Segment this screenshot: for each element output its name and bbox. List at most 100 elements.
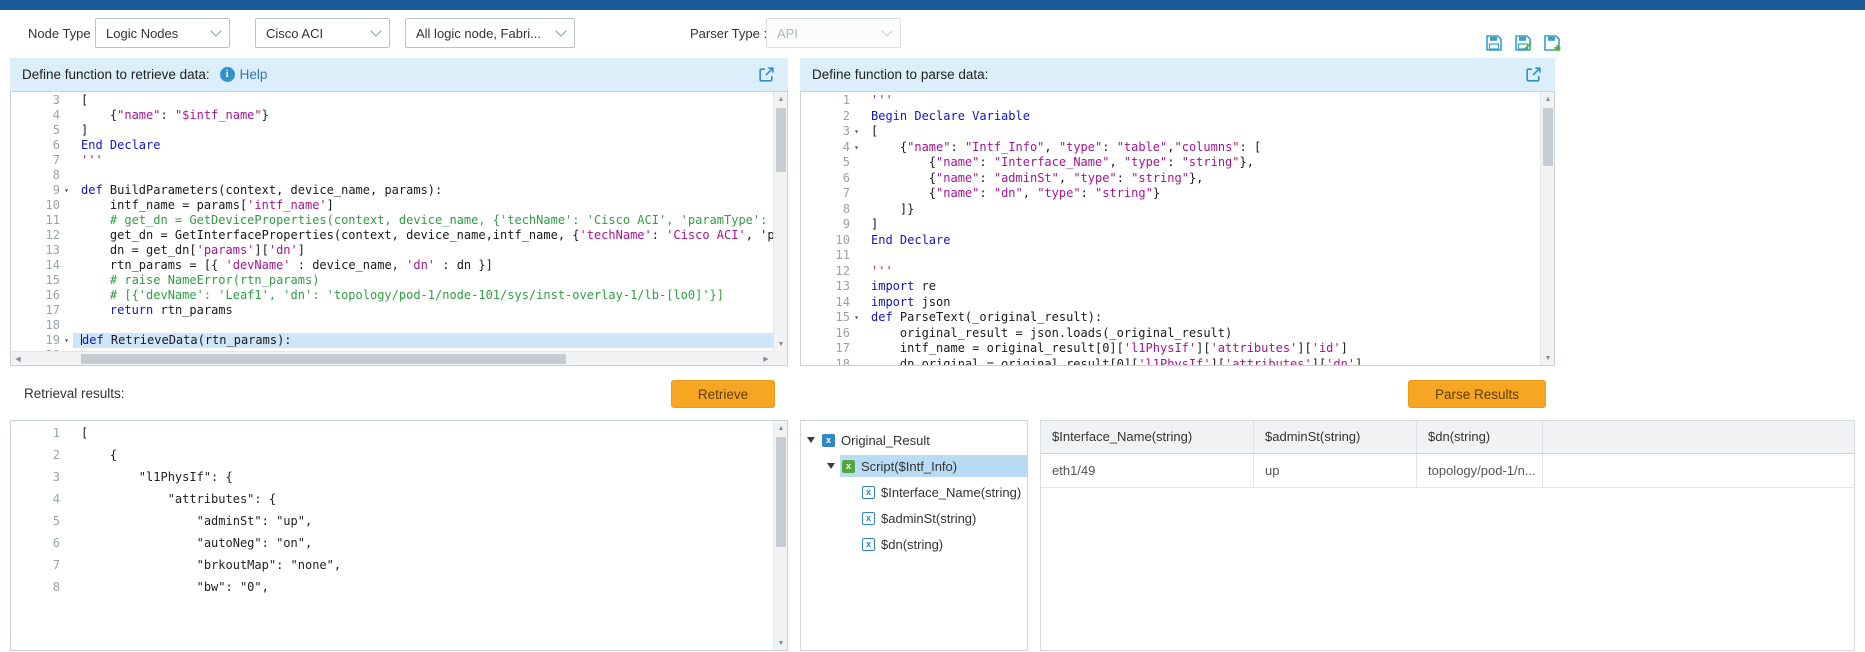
tree-item-original-result[interactable]: xOriginal_Result bbox=[801, 427, 1027, 453]
code-line[interactable]: 6 "autoNeg": "on", bbox=[11, 532, 773, 554]
table-cell[interactable]: eth1/49 bbox=[1041, 454, 1254, 487]
code-line[interactable]: 4 {"name": "$intf_name"} bbox=[11, 108, 773, 123]
retrieve-code-editor[interactable]: 3[4 {"name": "$intf_name"}5]6End Declare… bbox=[10, 91, 788, 366]
code-line[interactable]: 10End Declare bbox=[801, 233, 1540, 249]
code-line[interactable]: 11 bbox=[801, 248, 1540, 264]
code-line[interactable]: 13import re bbox=[801, 279, 1540, 295]
retrieval-output-viewer[interactable]: 1[2 {3 "l1PhysIf": {4 "attributes": {5 "… bbox=[10, 420, 788, 651]
code-line[interactable]: 10 intf_name = params['intf_name'] bbox=[11, 198, 773, 213]
table-cell[interactable]: topology/pod-1/n... bbox=[1417, 454, 1543, 487]
result-tree[interactable]: xOriginal_Result xScript($Intf_Info) x$Int… bbox=[800, 420, 1028, 651]
code-line[interactable]: 4▾ {"name": "Intf_Info", "type": "table"… bbox=[801, 140, 1540, 156]
tree-item-script-intf-info[interactable]: xScript($Intf_Info) bbox=[801, 453, 1027, 479]
tree-expand-arrow-icon[interactable] bbox=[827, 463, 835, 469]
scroll-up-button[interactable]: ▲ bbox=[774, 421, 788, 435]
code-line[interactable]: 7 {"name": "dn", "type": "string"} bbox=[801, 186, 1540, 202]
code-line[interactable]: 15 # raise NameError(rtn_params) bbox=[11, 273, 773, 288]
parse-code-editor[interactable]: 1'''2Begin Declare Variable3▾[4▾ {"name"… bbox=[800, 91, 1555, 366]
fold-marker-icon[interactable]: ▾ bbox=[850, 124, 863, 140]
expand-editor-icon[interactable] bbox=[757, 65, 776, 84]
code-line[interactable]: 3▾[ bbox=[801, 124, 1540, 140]
tree-item-body[interactable]: x$dn(string) bbox=[860, 533, 1027, 555]
code-line[interactable]: 1''' bbox=[801, 93, 1540, 109]
vertical-scrollbar[interactable]: ▲ ▼ bbox=[773, 92, 787, 351]
expand-editor-icon[interactable] bbox=[1524, 65, 1543, 84]
tree-item-body[interactable]: x$Interface_Name(string) bbox=[860, 481, 1027, 503]
code-line[interactable]: 12''' bbox=[801, 264, 1540, 280]
code-text: intf_name = original_result[0]['l1PhysIf… bbox=[863, 341, 1540, 357]
code-line[interactable]: 9▾def BuildParameters(context, device_na… bbox=[11, 183, 773, 198]
scroll-right-button[interactable]: ▶ bbox=[759, 352, 773, 366]
fold-marker-icon[interactable]: ▾ bbox=[60, 183, 73, 198]
parser-type-dropdown[interactable]: API bbox=[766, 18, 901, 48]
fold-marker-icon[interactable]: ▾ bbox=[850, 310, 863, 326]
code-line[interactable]: 17 return rtn_params bbox=[11, 303, 773, 318]
code-line[interactable]: 16 # [{'devName': 'Leaf1', 'dn': 'topolo… bbox=[11, 288, 773, 303]
tree-item-body[interactable]: xScript($Intf_Info) bbox=[840, 455, 1027, 477]
code-line[interactable]: 5 "adminSt": "up", bbox=[11, 510, 773, 532]
code-line[interactable]: 8 bbox=[11, 168, 773, 183]
code-line[interactable]: 18 dn_original = original_result[0]['l1P… bbox=[801, 357, 1540, 366]
code-line[interactable]: 3[ bbox=[11, 93, 773, 108]
code-line[interactable]: 7 "brkoutMap": "none", bbox=[11, 554, 773, 576]
tree-item-interface-name-string[interactable]: x$Interface_Name(string) bbox=[801, 479, 1027, 505]
scroll-up-button[interactable]: ▲ bbox=[774, 92, 788, 106]
table-cell[interactable]: up bbox=[1254, 454, 1417, 487]
vertical-scrollbar[interactable]: ▲ ▼ bbox=[773, 421, 787, 650]
scrollbar-thumb[interactable] bbox=[1543, 108, 1553, 166]
code-line[interactable]: 6End Declare bbox=[11, 138, 773, 153]
code-line[interactable]: 5 {"name": "Interface_Name", "type": "st… bbox=[801, 155, 1540, 171]
node-type-dropdown[interactable]: Logic Nodes bbox=[95, 18, 230, 48]
code-line[interactable]: 14 rtn_params = [{ 'devName' : device_na… bbox=[11, 258, 773, 273]
code-line[interactable]: 6 {"name": "adminSt", "type": "string"}, bbox=[801, 171, 1540, 187]
code-line[interactable]: 2Begin Declare Variable bbox=[801, 109, 1540, 125]
code-line[interactable]: 4 "attributes": { bbox=[11, 488, 773, 510]
scroll-down-button[interactable]: ▼ bbox=[774, 636, 788, 650]
code-line[interactable]: 11 # get_dn = GetDeviceProperties(contex… bbox=[11, 213, 773, 228]
code-line[interactable]: 3 "l1PhysIf": { bbox=[11, 466, 773, 488]
scroll-left-button[interactable]: ◀ bbox=[11, 352, 25, 366]
scroll-down-button[interactable]: ▼ bbox=[1541, 351, 1555, 365]
table-row[interactable]: eth1/49uptopology/pod-1/n... bbox=[1041, 454, 1854, 488]
code-line[interactable]: 18 bbox=[11, 318, 773, 333]
horizontal-scrollbar[interactable]: ◀ ▶ bbox=[11, 351, 773, 365]
tree-item-label: $dn(string) bbox=[881, 537, 943, 552]
save-icon[interactable] bbox=[1484, 33, 1504, 53]
code-line[interactable]: 8 "bw": "0", bbox=[11, 576, 773, 598]
code-line[interactable]: 8 ]} bbox=[801, 202, 1540, 218]
tree-expand-arrow-icon[interactable] bbox=[807, 437, 815, 443]
save-as-icon[interactable] bbox=[1513, 33, 1533, 53]
code-line[interactable]: 14import json bbox=[801, 295, 1540, 311]
vertical-scrollbar[interactable]: ▲ ▼ bbox=[1540, 92, 1554, 365]
scroll-down-button[interactable]: ▼ bbox=[774, 337, 788, 351]
tree-item-body[interactable]: x$adminSt(string) bbox=[860, 507, 1027, 529]
parse-results-button[interactable]: Parse Results bbox=[1408, 380, 1546, 408]
technology-dropdown[interactable]: Cisco ACI bbox=[255, 18, 390, 48]
code-line[interactable]: 15▾def ParseText(_original_result): bbox=[801, 310, 1540, 326]
code-line[interactable]: 1[ bbox=[11, 422, 773, 444]
code-line[interactable]: 9] bbox=[801, 217, 1540, 233]
line-number: 15▾ bbox=[801, 310, 863, 326]
fold-marker-icon[interactable]: ▾ bbox=[60, 333, 73, 348]
fold-marker-icon[interactable]: ▾ bbox=[850, 140, 863, 156]
code-line[interactable]: 17 intf_name = original_result[0]['l1Phy… bbox=[801, 341, 1540, 357]
scope-dropdown[interactable]: All logic node, Fabri... bbox=[405, 18, 575, 48]
code-line[interactable]: 12 get_dn = GetInterfaceProperties(conte… bbox=[11, 228, 773, 243]
scrollbar-thumb[interactable] bbox=[776, 108, 786, 172]
scroll-up-button[interactable]: ▲ bbox=[1541, 92, 1555, 106]
code-line[interactable]: 19▾def RetrieveData(rtn_params): bbox=[11, 333, 773, 348]
tree-item-adminst-string[interactable]: x$adminSt(string) bbox=[801, 505, 1027, 531]
scrollbar-thumb[interactable] bbox=[81, 354, 566, 364]
code-line[interactable]: 16 original_result = json.loads(_origina… bbox=[801, 326, 1540, 342]
tree-item-body[interactable]: xOriginal_Result bbox=[820, 429, 1027, 451]
save-draft-icon[interactable] bbox=[1542, 33, 1562, 53]
code-line[interactable]: 7''' bbox=[11, 153, 773, 168]
help-link[interactable]: Help bbox=[240, 67, 268, 82]
tree-item-dn-string[interactable]: x$dn(string) bbox=[801, 531, 1027, 557]
info-icon[interactable]: i bbox=[220, 67, 235, 82]
scrollbar-thumb[interactable] bbox=[776, 437, 786, 547]
code-line[interactable]: 2 { bbox=[11, 444, 773, 466]
code-line[interactable]: 5] bbox=[11, 123, 773, 138]
retrieve-button[interactable]: Retrieve bbox=[671, 380, 775, 408]
code-line[interactable]: 13 dn = get_dn['params']['dn'] bbox=[11, 243, 773, 258]
